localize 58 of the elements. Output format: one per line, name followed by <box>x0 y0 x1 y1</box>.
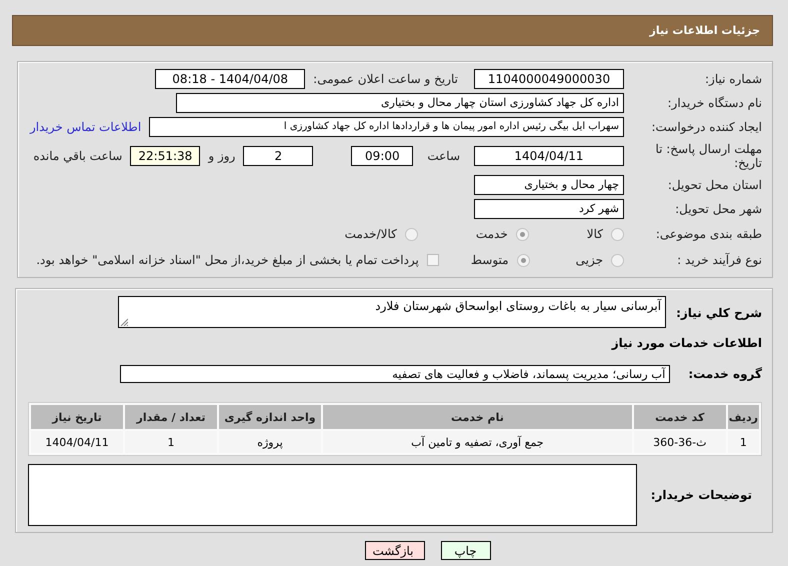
column-header: واحد اندازه گیری <box>219 405 321 429</box>
radio-label: کالا/خدمت <box>344 227 397 241</box>
column-header: نام خدمت <box>323 405 632 429</box>
field-label: ایجاد کننده درخواست: <box>650 120 762 134</box>
days-field: 2 <box>243 146 314 166</box>
radio-label: متوسط <box>470 253 509 267</box>
city-field: شهر کرد <box>474 199 624 219</box>
radio-button[interactable] <box>611 254 624 266</box>
province-field: چهار محال و بختیاری <box>474 175 624 195</box>
field-label: ساعت <box>427 149 460 163</box>
field-label: مهلت ارسال پاسخ: تا تاریخ: <box>654 142 762 170</box>
table-cell: 1 <box>728 431 759 453</box>
deadline-time-field: 09:00 <box>351 146 414 166</box>
field-label: استان محل تحویل: <box>666 178 762 192</box>
column-header: کد خدمت <box>634 405 726 429</box>
table-cell: جمع آوری، تصفیه و تامین آب <box>323 431 632 453</box>
requester-field: سهراب ایل بیگی رئیس اداره امور پیمان ها و قراردادها اداره کل جهاد کشاورزی ا <box>149 117 624 137</box>
need-number-field: 1104000049000030 <box>474 69 624 89</box>
radio-label: جزیی <box>576 253 603 267</box>
resize-grip-icon[interactable] <box>120 318 128 326</box>
radio-label: کالا <box>586 227 603 241</box>
table-cell: 1404/04/11 <box>31 431 123 453</box>
table-cell: پروژه <box>219 431 321 453</box>
announce-date-field: 1404/04/08 - 08:18 <box>155 69 306 89</box>
back-button[interactable]: بازگشت <box>364 541 424 560</box>
contact-link[interactable]: اطلاعات تماس خریدار <box>30 120 142 134</box>
table-cell: ث-36-360 <box>634 431 726 453</box>
deadline-date-field: 1404/04/11 <box>474 146 624 166</box>
remaining-time-field: 22:51:38 <box>130 146 200 166</box>
field-label: طبقه بندی موضوعی: <box>654 227 762 241</box>
section-title: اطلاعات خدمات مورد نياز <box>610 336 762 350</box>
column-header: تعداد / مقدار <box>125 405 217 429</box>
field-label: شهر محل تحویل: <box>674 202 762 216</box>
field-label: تاریخ و ساعت اعلان عمومی: <box>313 72 458 86</box>
radio-button[interactable] <box>516 228 529 240</box>
radio-button[interactable] <box>404 228 418 240</box>
radio-label: خدمت <box>476 227 508 241</box>
field-label: روز و <box>208 149 236 163</box>
page-title: جزئیات اطلاعات نیاز <box>650 24 760 37</box>
field-label: توضیحات خریدار: <box>650 488 752 502</box>
payment-note: پرداخت تمام یا بخشی از مبلغ خرید،از محل "اسناد خزانه اسلامی" خواهد بود. <box>36 253 419 267</box>
buyer-name-field: اداره کل جهاد کشاورزی استان چهار محال و بختیاری <box>176 93 624 113</box>
column-header: تاریخ نیاز <box>31 405 123 429</box>
field-label: شماره نیاز: <box>704 72 762 86</box>
field-label: گروه خدمت: <box>688 367 762 381</box>
radio-button[interactable] <box>611 228 624 240</box>
field-label: شرح کلي نياز: <box>676 306 762 320</box>
field-label: نام دستگاه خریدار: <box>666 96 762 110</box>
field-label: نوع فرآیند خرید : <box>676 253 762 267</box>
print-button[interactable]: چاپ <box>440 541 490 560</box>
radio-button[interactable] <box>516 254 530 266</box>
buyer-notes-field[interactable] <box>28 464 637 526</box>
column-header: رديف <box>728 405 759 429</box>
service-group-field: آب رسانی؛ مدیریت پسماند، فاضلاب و فعالیت های تصفیه <box>120 365 670 383</box>
table-cell: 1 <box>125 431 217 453</box>
description-field: آبرسانی سیار به باغات روستای ابواسحاق شهرستان فلارد <box>118 296 666 328</box>
field-label: ساعت باقي مانده <box>33 149 122 163</box>
checkbox[interactable] <box>426 254 439 266</box>
